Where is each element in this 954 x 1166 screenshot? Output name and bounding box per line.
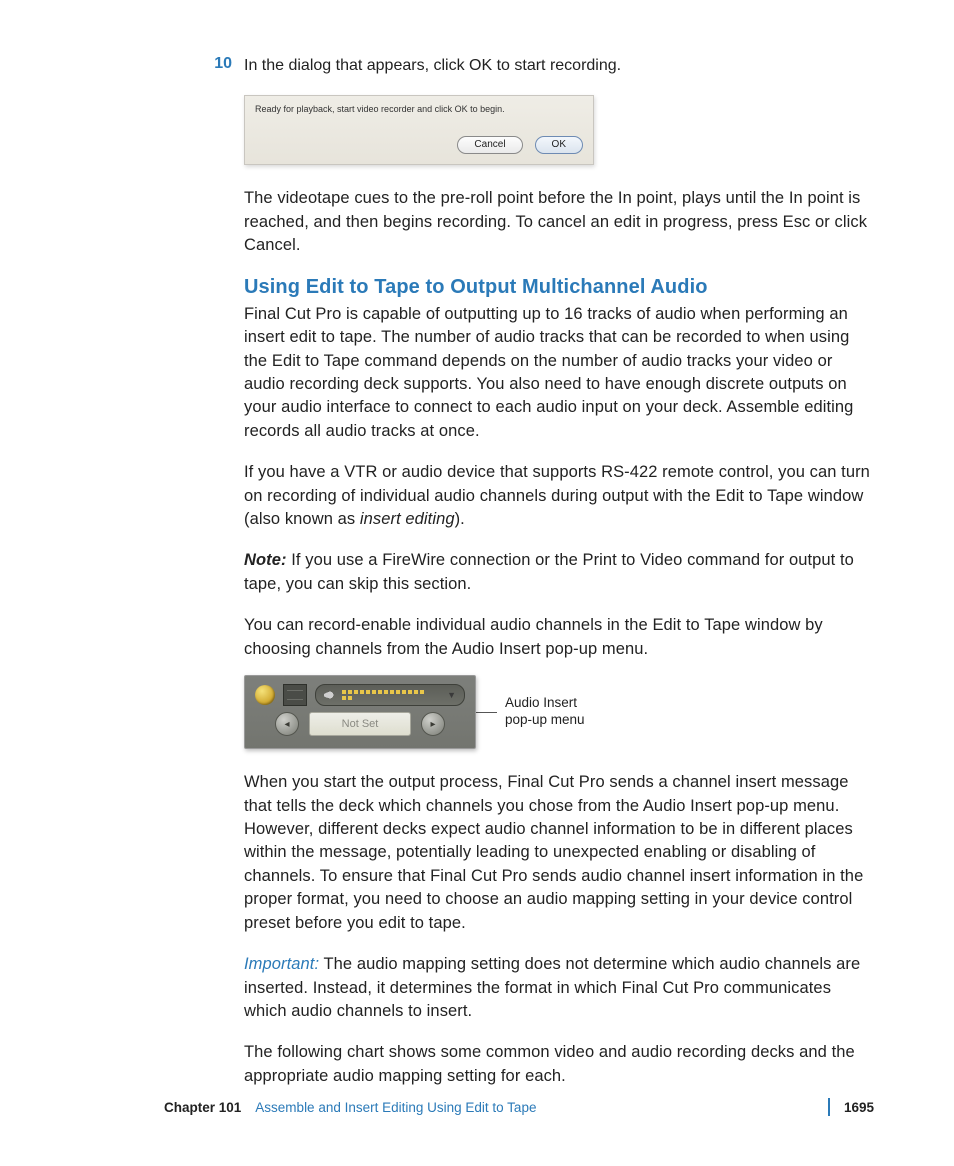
text-run: If you have a VTR or audio device that s… [244,463,870,528]
footer-divider [828,1098,830,1116]
audio-insert-figure: ▼ ◂ Not Set ▸ Audio Insert pop-up menu [244,675,874,749]
page-number: 1695 [844,1100,874,1115]
callout-label: Audio Insert pop-up menu [505,695,585,729]
body-paragraph: If you have a VTR or audio device that s… [244,461,874,531]
page-footer: Chapter 101 Assemble and Insert Editing … [164,1098,874,1116]
speaker-icon [324,689,336,701]
body-paragraph: You can record-enable individual audio c… [244,614,874,661]
gear-icon [255,685,275,705]
timecode-field[interactable]: Not Set [309,712,411,736]
previous-button[interactable]: ◂ [275,712,299,736]
note-label: Note: [244,551,287,569]
text-run: ). [455,510,465,528]
audio-insert-widget: ▼ ◂ Not Set ▸ [244,675,476,749]
ok-button[interactable]: OK [535,136,583,154]
important-label: Important: [244,955,319,973]
body-paragraph: When you start the output process, Final… [244,771,874,935]
section-heading: Using Edit to Tape to Output Multichanne… [244,276,874,299]
body-paragraph: The videotape cues to the pre-roll point… [244,187,874,257]
channel-indicators [342,690,424,700]
thumbnail-icon [283,684,307,706]
chapter-label: Chapter 101 [164,1100,241,1115]
step-text: In the dialog that appears, click OK to … [244,55,621,77]
callout-line2: pop-up menu [505,712,585,727]
body-paragraph: Final Cut Pro is capable of outputting u… [244,303,874,444]
next-button[interactable]: ▸ [421,712,445,736]
note-text: If you use a FireWire connection or the … [244,551,854,592]
note-paragraph: Note: If you use a FireWire connection o… [244,549,874,596]
callout-leader [475,712,497,713]
playback-dialog: Ready for playback, start video recorder… [244,95,594,165]
dialog-message: Ready for playback, start video recorder… [255,104,583,114]
cancel-button[interactable]: Cancel [457,136,522,154]
important-paragraph: Important: The audio mapping setting doe… [244,953,874,1023]
callout-line1: Audio Insert [505,695,577,710]
audio-insert-popup[interactable]: ▼ [315,684,465,706]
step-number: 10 [208,55,232,77]
chevron-down-icon: ▼ [447,690,456,700]
body-paragraph: The following chart shows some common vi… [244,1041,874,1088]
italic-term: insert editing [360,510,455,528]
chapter-title: Assemble and Insert Editing Using Edit t… [255,1100,536,1115]
numbered-step: 10 In the dialog that appears, click OK … [208,55,874,77]
important-text: The audio mapping setting does not deter… [244,955,860,1020]
